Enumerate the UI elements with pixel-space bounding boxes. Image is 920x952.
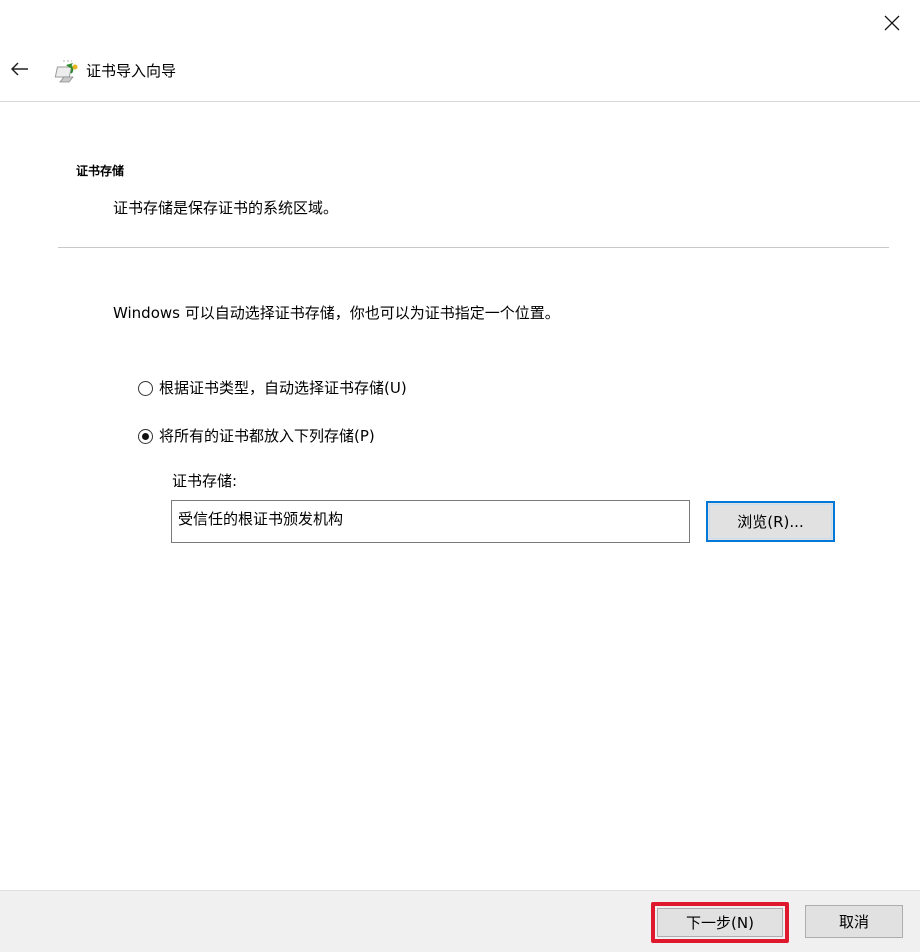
- close-button[interactable]: [872, 8, 912, 42]
- browse-button[interactable]: 浏览(R)...: [706, 501, 835, 542]
- back-button[interactable]: [6, 56, 34, 84]
- next-button[interactable]: 下一步(N): [657, 908, 783, 937]
- section-divider: [58, 247, 889, 248]
- radio-button-unselected[interactable]: [138, 380, 153, 396]
- section-description: 证书存储是保存证书的系统区域。: [113, 199, 339, 217]
- radio-auto-label: 根据证书类型，自动选择证书存储(U): [159, 379, 407, 397]
- back-arrow-icon: [10, 61, 29, 80]
- section-title: 证书存储: [76, 164, 125, 178]
- certificate-store-field[interactable]: 受信任的根证书颁发机构: [171, 500, 690, 543]
- window-title: 证书导入向导: [86, 62, 177, 80]
- cancel-button-label: 取消: [838, 913, 869, 931]
- radio-button-selected[interactable]: [138, 428, 153, 444]
- cancel-button[interactable]: 取消: [805, 905, 903, 938]
- radio-manual-label: 将所有的证书都放入下列存储(P): [159, 427, 375, 445]
- radio-auto-select-store[interactable]: 根据证书类型，自动选择证书存储(U): [138, 377, 407, 399]
- browse-button-label: 浏览(R)...: [737, 513, 804, 531]
- header-divider: [0, 101, 920, 102]
- certificate-wizard-icon: [54, 55, 80, 85]
- certificate-store-value: 受信任的根证书颁发机构: [178, 510, 344, 528]
- next-button-label: 下一步(N): [686, 914, 754, 932]
- radio-selected-dot: [142, 432, 149, 440]
- close-icon: [884, 15, 900, 35]
- intro-text: Windows 可以自动选择证书存储，你也可以为证书指定一个位置。: [113, 304, 560, 322]
- certificate-store-label: 证书存储:: [172, 472, 238, 490]
- radio-place-in-store[interactable]: 将所有的证书都放入下列存储(P): [138, 425, 375, 447]
